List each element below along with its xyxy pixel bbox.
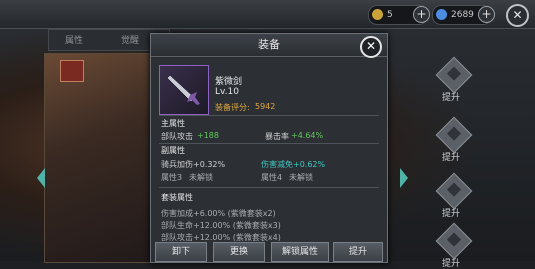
panel-title: 装备 [151, 34, 387, 57]
hero-class-icon [60, 60, 84, 82]
tab-awaken[interactable]: 觉醒 [121, 33, 139, 46]
sub-attr4-label: 属性4 [261, 173, 283, 182]
equip-slot-icon [435, 116, 473, 154]
add-gold-button[interactable]: + [413, 6, 430, 23]
sub-attr3-label: 属性3 [161, 173, 183, 182]
main-attr1-value: +188 [197, 131, 219, 140]
main-attr2-label: 暴击率 [265, 132, 289, 141]
set-attr-header: 套装属性 [161, 193, 193, 202]
resource-gold-value: 5 [387, 10, 393, 20]
equip-slot-3[interactable]: 提升 [425, 172, 480, 219]
sub-attr4-status: 未解锁 [289, 173, 313, 182]
set-attr-line2: 部队生命+12.00% (紫微套装x3) [161, 221, 281, 230]
top-resource-bar: 5 + 2689 + ✕ [0, 0, 535, 29]
resource-diamond-value: 2689 [451, 10, 474, 20]
sub-attr2: 伤害减免+0.62% [261, 160, 326, 169]
item-score-value: 5942 [255, 102, 276, 111]
divider [159, 187, 379, 188]
close-screen-button[interactable]: ✕ [506, 4, 529, 27]
equip-slot-icon [435, 56, 473, 94]
sword-icon [167, 75, 200, 105]
replace-button[interactable]: 更换 [213, 242, 265, 262]
main-attr-header: 主属性 [161, 119, 185, 128]
equip-slot-icon [435, 222, 473, 260]
tab-attributes[interactable]: 属性 [65, 33, 83, 46]
item-portrait [159, 65, 209, 115]
slot-upgrade-label: 提升 [442, 153, 461, 163]
next-arrow-icon[interactable] [400, 168, 408, 188]
unlock-attr-button[interactable]: 解锁属性 [271, 242, 329, 262]
item-name: 紫微剑 [215, 77, 243, 87]
hero-portrait [44, 53, 166, 263]
sub-attr1: 骑兵加伤+0.32% [161, 160, 226, 169]
set-attr-line1: 伤害加成+6.00% (紫微套装x2) [161, 209, 276, 218]
divider [159, 115, 379, 116]
main-attr2-value: +4.64% [291, 131, 324, 140]
equip-slot-1[interactable]: 提升 [425, 56, 480, 103]
prev-arrow-icon[interactable] [37, 168, 45, 188]
main-attr1-label: 部队攻击 [161, 132, 193, 141]
diamond-icon [436, 9, 447, 20]
equipment-panel: 装备 ✕ 紫微剑 Lv.10 装备评分: 5942 主属性 部队攻击 +188 … [150, 33, 388, 263]
sub-attr-header: 副属性 [161, 146, 185, 155]
upgrade-button[interactable]: 提升 [333, 242, 383, 262]
equip-slot-icon [435, 172, 473, 210]
sub-attr3-status: 未解锁 [189, 173, 213, 182]
divider [159, 143, 379, 144]
slot-upgrade-label: 提升 [442, 93, 461, 103]
equip-slot-2[interactable]: 提升 [425, 116, 480, 163]
add-diamond-button[interactable]: + [478, 6, 495, 23]
item-level: Lv.10 [215, 87, 239, 97]
unequip-button[interactable]: 卸下 [155, 242, 207, 262]
slot-upgrade-label: 提升 [442, 209, 461, 219]
item-score-label: 装备评分: [215, 103, 250, 112]
equip-slot-4[interactable]: 提升 [425, 222, 480, 269]
panel-close-button[interactable]: ✕ [360, 36, 382, 58]
slot-upgrade-label: 提升 [442, 259, 461, 269]
gold-bag-icon [372, 9, 383, 20]
